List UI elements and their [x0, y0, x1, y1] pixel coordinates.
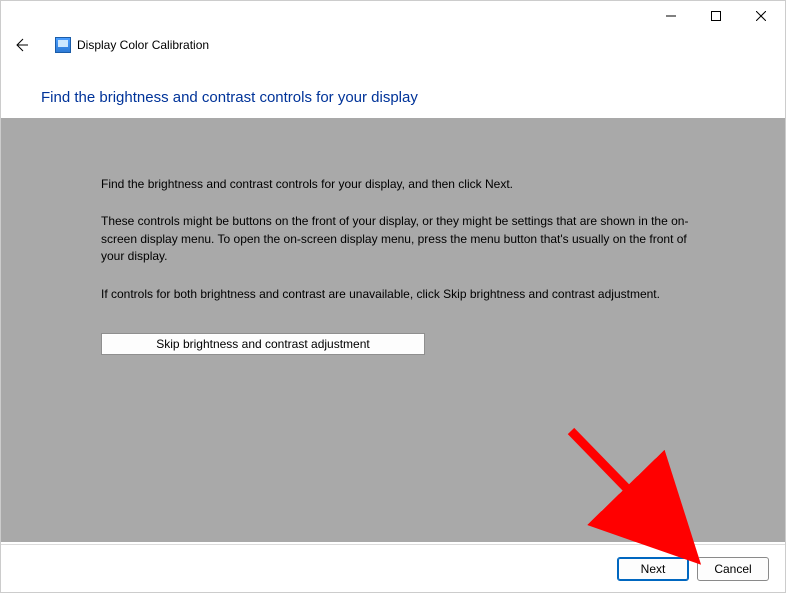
- instruction-paragraph-2: These controls might be buttons on the f…: [101, 213, 695, 265]
- footer-bar: Next Cancel: [1, 544, 785, 592]
- page-heading: Find the brightness and contrast control…: [41, 89, 785, 106]
- title-bar: [1, 1, 785, 31]
- heading-row: Find the brightness and contrast control…: [1, 59, 785, 118]
- instruction-paragraph-3: If controls for both brightness and cont…: [101, 286, 695, 303]
- close-button[interactable]: [738, 2, 783, 30]
- instruction-paragraph-1: Find the brightness and contrast control…: [101, 176, 695, 193]
- content-area: Find the brightness and contrast control…: [1, 118, 785, 542]
- minimize-button[interactable]: [648, 2, 693, 30]
- back-arrow-icon[interactable]: [11, 35, 31, 55]
- maximize-button[interactable]: [693, 2, 738, 30]
- cancel-button[interactable]: Cancel: [697, 557, 769, 581]
- app-icon: [55, 37, 71, 53]
- app-title: Display Color Calibration: [77, 38, 209, 52]
- skip-button[interactable]: Skip brightness and contrast adjustment: [101, 333, 425, 355]
- header-bar: Display Color Calibration: [1, 31, 785, 59]
- next-button[interactable]: Next: [617, 557, 689, 581]
